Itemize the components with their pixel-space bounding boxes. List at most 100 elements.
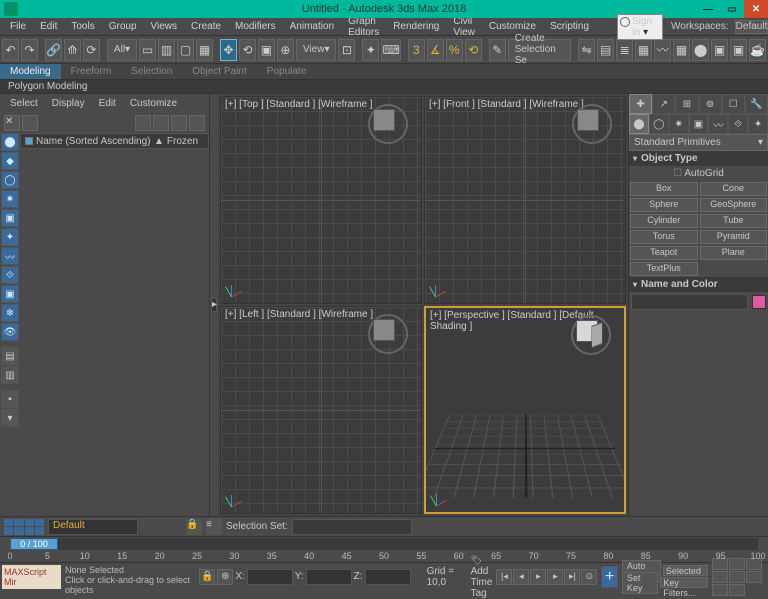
filter-light-icon[interactable]: ✷ xyxy=(1,190,19,208)
time-slider-thumb[interactable]: 0 / 100 xyxy=(10,538,58,550)
prim-cone[interactable]: Cone xyxy=(700,182,768,196)
workspaces-select[interactable]: Default xyxy=(735,20,768,34)
vp-top-label[interactable]: [+] [Top ] [Standard ] [Wireframe ] xyxy=(225,99,373,110)
goto-start-button[interactable]: |◂ xyxy=(496,569,512,585)
scene-menu-select[interactable]: Select xyxy=(4,96,44,111)
cat-shapes-icon[interactable]: ◯ xyxy=(649,114,669,134)
viewcube-icon[interactable] xyxy=(577,109,607,139)
angle-snap-button[interactable]: ∡ xyxy=(427,39,444,61)
snap-button[interactable]: 3 xyxy=(408,39,425,61)
bind-button[interactable]: ⟳ xyxy=(83,39,100,61)
cat-cameras-icon[interactable]: ▣ xyxy=(689,114,709,134)
cat-geometry-icon[interactable]: ⬤ xyxy=(629,114,649,134)
scene-col-frozen[interactable]: ▲ Frozen xyxy=(154,136,204,147)
menu-modifiers[interactable]: Modifiers xyxy=(229,19,282,34)
prim-teapot[interactable]: Teapot xyxy=(630,246,698,260)
select-button[interactable]: ▭ xyxy=(139,39,156,61)
render-frame-button[interactable]: ▣ xyxy=(730,39,747,61)
scene-tool-4[interactable] xyxy=(153,115,169,131)
scene-tool-6[interactable] xyxy=(189,115,205,131)
menu-file[interactable]: File xyxy=(4,19,32,34)
tab-modeling[interactable]: Modeling xyxy=(0,64,61,79)
close-button[interactable]: ✕ xyxy=(744,0,768,18)
redo-button[interactable]: ↷ xyxy=(21,39,38,61)
viewcube-icon[interactable] xyxy=(373,109,403,139)
search-icon[interactable]: ▾ xyxy=(1,409,19,427)
sec-object-type[interactable]: Object Type xyxy=(629,151,768,166)
lock-selection-icon[interactable]: 🔒 xyxy=(199,569,215,585)
cmd-tab-hierarchy[interactable]: ⊞ xyxy=(675,94,698,114)
selset-icon[interactable]: ≡ xyxy=(206,519,222,535)
viewcube-icon[interactable] xyxy=(373,319,403,349)
manip-button[interactable]: ✦ xyxy=(362,39,379,61)
menu-group[interactable]: Group xyxy=(103,19,143,34)
undo-button[interactable]: ↶ xyxy=(2,39,19,61)
prim-torus[interactable]: Torus xyxy=(630,230,698,244)
render-setup-button[interactable]: ▣ xyxy=(711,39,728,61)
viewport-top[interactable]: [+] [Top ] [Standard ] [Wireframe ] xyxy=(220,96,422,304)
window-cross-button[interactable]: ▦ xyxy=(196,39,213,61)
schematic-button[interactable]: ▦ xyxy=(673,39,690,61)
filter-geometry-icon[interactable]: ◆ xyxy=(1,152,19,170)
cmd-tab-motion[interactable]: ⊚ xyxy=(699,94,722,114)
cat-space-icon[interactable]: ⟐ xyxy=(728,114,748,134)
mirror-button[interactable]: ⇋ xyxy=(578,39,595,61)
filter-icon[interactable]: ⬤ xyxy=(1,133,19,151)
move-button[interactable]: ✥ xyxy=(220,39,237,61)
zoom-extents-all-icon[interactable] xyxy=(746,571,762,583)
coord-y-input[interactable] xyxy=(306,569,352,585)
scene-tool-5[interactable] xyxy=(171,115,187,131)
play-button[interactable]: ▸ xyxy=(530,569,546,585)
object-color-swatch[interactable] xyxy=(752,295,766,309)
filter-bone-icon[interactable]: ⟐ xyxy=(1,266,19,284)
cmd-tab-modify[interactable]: ↗ xyxy=(652,94,675,114)
object-name-input[interactable] xyxy=(631,294,748,310)
cmd-tab-display[interactable]: ☐ xyxy=(722,94,745,114)
spinner-snap-button[interactable]: ⟲ xyxy=(465,39,482,61)
toggle-ribbon-button[interactable]: ▦ xyxy=(635,39,652,61)
scene-col-name[interactable]: Name (Sorted Ascending) xyxy=(25,136,154,147)
viewport-front[interactable]: [+] [Front ] [Standard ] [Wireframe ] xyxy=(424,96,626,304)
collapse-all-icon[interactable]: ▥ xyxy=(1,366,19,384)
menu-scripting[interactable]: Scripting xyxy=(544,19,595,34)
refcoord-select[interactable]: View ▾ xyxy=(296,39,337,61)
vp-front-label[interactable]: [+] [Front ] [Standard ] [Wireframe ] xyxy=(429,99,584,110)
filter-space-icon[interactable]: 〰 xyxy=(1,247,19,265)
rotate-button[interactable]: ⟲ xyxy=(239,39,256,61)
prim-cylinder[interactable]: Cylinder xyxy=(630,214,698,228)
prev-frame-button[interactable]: ◂ xyxy=(513,569,529,585)
lock-icon[interactable]: 🔒 xyxy=(186,519,202,535)
keyboard-button[interactable]: ⌨ xyxy=(381,39,400,61)
cat-helpers-icon[interactable]: 〰 xyxy=(708,114,728,134)
prim-box[interactable]: Box xyxy=(630,182,698,196)
filter-camera-icon[interactable]: ▣ xyxy=(1,209,19,227)
link-button[interactable]: 🔗 xyxy=(45,39,62,61)
unlink-button[interactable]: ⟰ xyxy=(64,39,81,61)
editsel-button[interactable]: ✎ xyxy=(489,39,506,61)
menu-tools[interactable]: Tools xyxy=(65,19,100,34)
cmd-tab-utilities[interactable]: 🔧 xyxy=(745,94,768,114)
filter-shape-icon[interactable]: ◯ xyxy=(1,171,19,189)
key-mode-button[interactable]: ⊙ xyxy=(581,569,597,585)
filter-hidden-icon[interactable]: 👁 xyxy=(1,323,19,341)
panel-pin[interactable]: ▸ xyxy=(210,94,218,516)
prim-geosphere[interactable]: GeoSphere xyxy=(700,198,768,212)
coord-z-input[interactable] xyxy=(365,569,411,585)
autogrid-check[interactable]: ☐ AutoGrid xyxy=(629,166,768,181)
subribbon-polymodeling[interactable]: Polygon Modeling xyxy=(0,81,96,92)
layer-button[interactable]: ≣ xyxy=(616,39,633,61)
sync-icon[interactable]: ▪ xyxy=(1,390,19,408)
expand-all-icon[interactable]: ▤ xyxy=(1,347,19,365)
zoom-extents-icon[interactable] xyxy=(729,571,745,583)
prim-sphere[interactable]: Sphere xyxy=(630,198,698,212)
menu-edit[interactable]: Edit xyxy=(34,19,63,34)
selection-filter[interactable]: All ▾ xyxy=(107,39,137,61)
placement-button[interactable]: ⊕ xyxy=(277,39,294,61)
cat-lights-icon[interactable]: ✷ xyxy=(669,114,689,134)
sec-name-color[interactable]: Name and Color xyxy=(629,277,768,292)
fov-icon[interactable] xyxy=(712,571,728,583)
render-button[interactable]: ☕ xyxy=(749,39,766,61)
viewport-layout-icon[interactable] xyxy=(4,519,44,535)
layer-select[interactable]: Default xyxy=(48,519,138,535)
pivot-button[interactable]: ⊡ xyxy=(338,39,355,61)
